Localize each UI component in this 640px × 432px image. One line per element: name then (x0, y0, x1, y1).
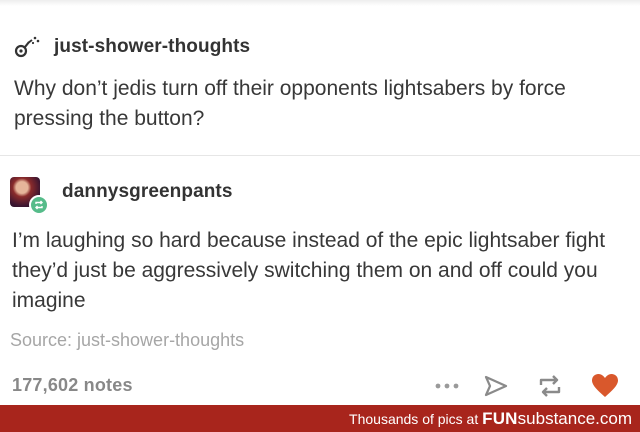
share-icon[interactable] (482, 372, 510, 400)
avatar[interactable] (10, 177, 49, 215)
shower-head-icon (14, 34, 40, 60)
watermark-bar: Thousands of pics at FUNsubstance.com (0, 405, 640, 432)
original-post-username[interactable]: just-shower-thoughts (54, 36, 250, 58)
post-actions (430, 372, 620, 400)
original-post-header: just-shower-thoughts (14, 34, 250, 60)
post-divider (0, 155, 640, 156)
reblog-icon[interactable] (536, 372, 564, 400)
more-icon[interactable] (430, 372, 464, 400)
watermark-prefix: Thousands of pics at (349, 411, 483, 427)
watermark-brand-rest: substance (517, 409, 596, 428)
heart-icon[interactable] (590, 372, 620, 400)
watermark-text: Thousands of pics at FUNsubstance.com (349, 409, 632, 429)
source-link[interactable]: Source: just-shower-thoughts (10, 330, 244, 351)
reblog-text: I’m laughing so hard because instead of … (12, 229, 606, 312)
reblog-username[interactable]: dannysgreenpants (62, 181, 233, 203)
reblog-badge-icon (35, 200, 43, 210)
reblog-header: dannysgreenpants (10, 177, 233, 215)
notes-count[interactable]: 177,602 notes (12, 375, 133, 396)
original-post-text: Why don’t jedis turn off their opponents… (14, 77, 566, 130)
reblog-badge (29, 195, 49, 215)
watermark-domain: .com (595, 409, 632, 428)
original-post: just-shower-thoughts Why don’t jedis tur… (0, 0, 640, 155)
watermark-brand-bold: FUN (482, 409, 518, 428)
